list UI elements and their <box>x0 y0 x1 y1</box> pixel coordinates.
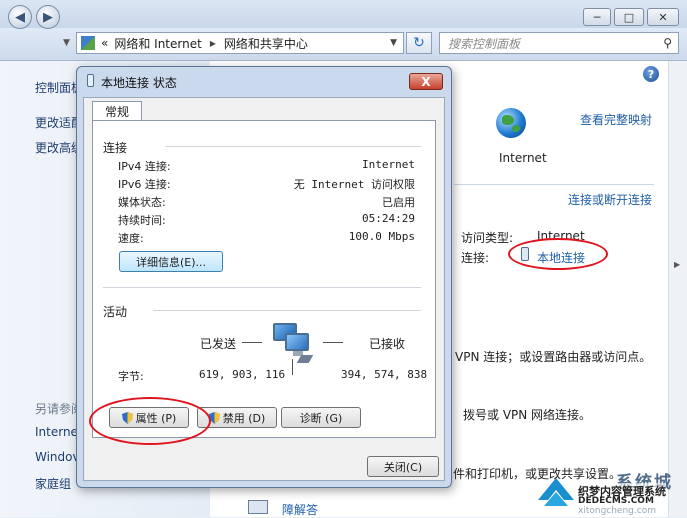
access-type-label: 访问类型: <box>461 231 514 245</box>
watermark-logo-icon <box>538 478 574 506</box>
general-tab-panel: 连接 IPv4 连接: Internet IPv6 连接: 无 Internet… <box>92 120 436 438</box>
search-icon[interactable]: ⚲ <box>663 36 672 50</box>
ipv4-label: IPv4 连接: <box>118 160 171 173</box>
view-full-map-link[interactable]: 查看完整映射 <box>580 111 652 128</box>
help-glyph: ? <box>647 67 655 81</box>
breadcrumb-separator-icon[interactable]: ▸ <box>210 36 216 50</box>
group-divider <box>165 146 421 147</box>
duration-value: 05:24:29 <box>362 212 415 225</box>
back-button[interactable]: ◀ <box>8 5 32 29</box>
globe-icon <box>496 108 526 138</box>
details-button[interactable]: 详细信息(E)... <box>119 251 223 272</box>
connect-disconnect-link[interactable]: 连接或断开连接 <box>568 191 652 208</box>
media-state-label: 媒体状态: <box>118 196 166 209</box>
ipv4-value: Internet <box>362 158 415 171</box>
breadcrumb-network-internet[interactable]: 网络和 Internet <box>114 35 201 52</box>
highlight-circle-connection <box>508 238 608 270</box>
received-line <box>323 342 343 343</box>
help-icon[interactable]: ? <box>643 66 659 82</box>
sent-label: 已发送 <box>200 337 237 351</box>
dialog-close-button[interactable]: X <box>409 73 443 90</box>
connection-label: 连接: <box>461 251 490 265</box>
watermark: 系统城 织梦内容管理系统 DEDECMS.COM xitongcheng.com <box>534 466 687 517</box>
activity-group-heading: 活动 <box>103 305 128 319</box>
highlight-circle-properties <box>89 397 211 445</box>
ipv6-value: 无 Internet 访问权限 <box>293 178 415 191</box>
maximize-icon: □ <box>623 10 635 24</box>
group-divider <box>153 310 421 311</box>
media-state-value: 已启用 <box>382 196 415 209</box>
scrollbar[interactable]: ▶ <box>668 61 687 517</box>
close-icon: X <box>421 74 431 89</box>
see-also-homegroup[interactable]: 家庭组 <box>35 475 71 492</box>
arrow-left-icon: ◀ <box>15 9 25 25</box>
address-chevron[interactable]: « <box>101 36 108 50</box>
speed-value: 100.0 Mbps <box>348 230 415 243</box>
scroll-right-arrow-icon[interactable]: ▶ <box>674 260 680 269</box>
section-divider <box>103 287 421 288</box>
recent-pages-dropdown-icon[interactable]: ▼ <box>63 38 70 48</box>
bytes-label: 字节: <box>118 370 144 383</box>
breadcrumb-sharing-center[interactable]: 网络和共享中心 <box>224 35 308 52</box>
minimize-icon: ─ <box>593 10 601 24</box>
close-button[interactable]: ✕ <box>647 8 679 26</box>
search-input[interactable]: 搜索控制面板 ⚲ <box>439 32 679 54</box>
troubleshoot-link[interactable]: 障解答 <box>282 501 318 518</box>
setup-connection-text: VPN 连接；或设置路由器或访问点。 <box>455 350 652 364</box>
address-bar[interactable]: « 网络和 Internet ▸ 网络和共享中心 ▼ <box>76 32 404 54</box>
internet-node-label: Internet <box>499 151 547 165</box>
network-location-icon <box>81 36 95 50</box>
speed-label: 速度: <box>118 232 144 245</box>
bytes-sent-value: 619, 903, 116 <box>199 368 286 381</box>
search-placeholder: 搜索控制面板 <box>448 36 521 51</box>
connect-network-text: 拨号或 VPN 网络连接。 <box>463 408 592 422</box>
dialog-title: 本地连接 状态 <box>101 76 177 90</box>
connection-group-heading: 连接 <box>103 141 128 155</box>
dialog-close-text-button[interactable]: 关闭(C) <box>367 456 439 477</box>
received-label: 已接收 <box>369 337 406 351</box>
see-also-windows-firewall[interactable]: Windov <box>35 450 80 464</box>
troubleshoot-icon <box>248 500 268 514</box>
watermark-line3: xitongcheng.com <box>578 506 656 516</box>
see-also-internet-options[interactable]: Interne <box>35 425 78 439</box>
forward-button[interactable]: ▶ <box>36 5 60 29</box>
bytes-received-value: 394, 574, 838 <box>341 368 428 381</box>
ethernet-icon <box>87 74 94 87</box>
close-icon: ✕ <box>658 10 668 24</box>
tab-general[interactable]: 常规 <box>92 101 142 121</box>
minimize-button[interactable]: ─ <box>583 8 611 26</box>
maximize-button[interactable]: □ <box>614 8 644 26</box>
disable-label: 禁用 (D) <box>222 411 266 425</box>
arrow-right-icon: ▶ <box>43 9 53 25</box>
diagnose-button[interactable]: 诊断 (G) <box>281 407 361 428</box>
duration-label: 持续时间: <box>118 214 166 227</box>
ipv6-label: IPv6 连接: <box>118 178 171 191</box>
sent-line <box>242 342 262 343</box>
section-divider <box>454 184 654 185</box>
watermark-line2: DEDECMS.COM <box>578 496 654 506</box>
address-dropdown-icon[interactable]: ▼ <box>390 38 397 48</box>
refresh-icon: ↻ <box>413 35 425 51</box>
refresh-button[interactable]: ↻ <box>406 32 432 54</box>
